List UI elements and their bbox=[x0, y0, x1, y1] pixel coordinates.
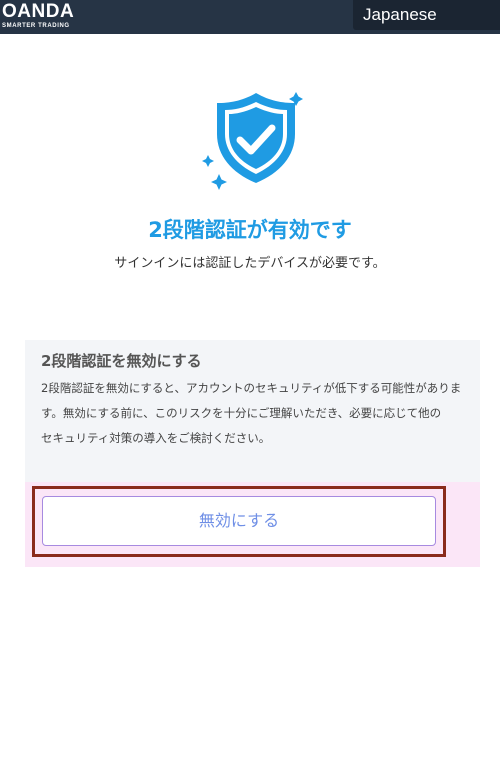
sparkle-icon bbox=[211, 174, 227, 190]
language-selector[interactable]: Japanese bbox=[353, 0, 500, 30]
description-line: 2段階認証を無効にすると、アカウントのセキュリティが低下する可能性がありま bbox=[41, 381, 462, 395]
logo-text: OANDA bbox=[2, 1, 75, 22]
card-title: 2段階認証を無効にする bbox=[41, 352, 202, 370]
sparkle-icon bbox=[202, 155, 214, 167]
page-title: 2段階認証が有効です bbox=[148, 218, 352, 242]
page-subtitle: サインインには認証したデバイスが必要です。 bbox=[114, 256, 386, 271]
oanda-logo[interactable]: OANDA SMARTER TRADING bbox=[2, 2, 74, 30]
button-highlight-area: 無効にする bbox=[25, 482, 480, 567]
disable-button[interactable]: 無効にする bbox=[42, 496, 436, 546]
description-line: セキュリティ対策の導入をご検討ください。 bbox=[41, 431, 271, 445]
shield-check-icon bbox=[202, 92, 303, 190]
disable-2fa-card: 2段階認証を無効にする 2段階認証を無効にすると、アカウントのセキュリティが低下… bbox=[25, 340, 480, 567]
top-bar: OANDA SMARTER TRADING Japanese bbox=[0, 0, 500, 34]
card-description: 2段階認証を無効にすると、アカウントのセキュリティが低下する可能性がありま す。… bbox=[41, 376, 471, 451]
description-line: す。無効にする前に、このリスクを十分にご理解いただき、必要に応じて他の bbox=[41, 406, 442, 420]
logo-tagline: SMARTER TRADING bbox=[2, 23, 70, 29]
